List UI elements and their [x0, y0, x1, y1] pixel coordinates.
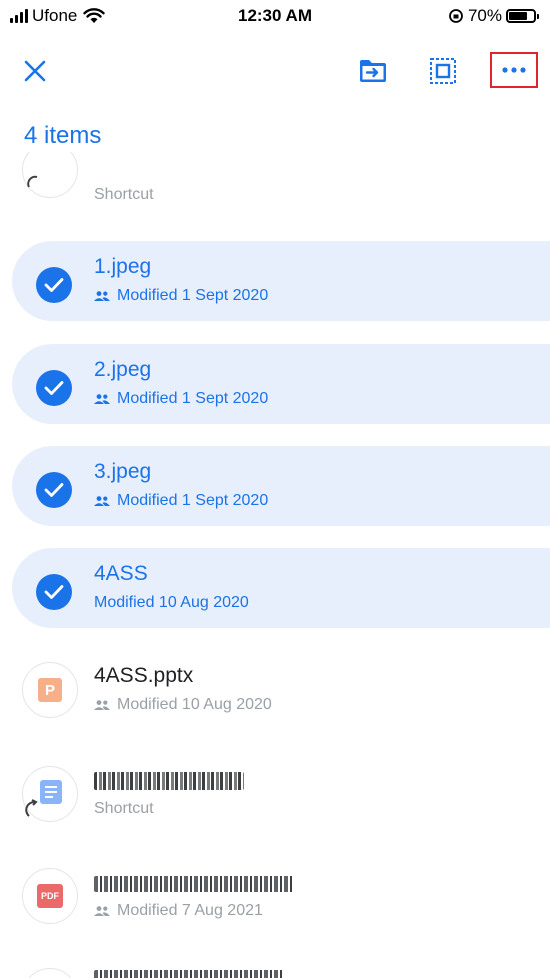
- item-meta: Modified 10 Aug 2020: [94, 696, 272, 714]
- selection-count-title: 4 items: [24, 122, 102, 149]
- list-item-selected[interactable]: 2.jpeg Modified 1 Sept 2020: [12, 344, 550, 424]
- file-thumbnail: [22, 766, 78, 822]
- item-name: 1.jpeg: [94, 255, 152, 278]
- item-subtitle: Modified 10 Aug 2020: [94, 594, 249, 611]
- shared-people-icon: [94, 394, 110, 404]
- slides-file-icon: P: [38, 678, 62, 702]
- battery-percent: 70%: [467, 6, 502, 25]
- file-thumbnail: PDF: [22, 868, 78, 924]
- item-subtitle: Modified 10 Aug 2020: [117, 696, 272, 713]
- item-subtitle: Shortcut: [94, 800, 154, 817]
- file-thumbnail: [22, 968, 78, 978]
- more-options-button[interactable]: [490, 52, 538, 88]
- file-thumbnail: [22, 560, 78, 616]
- item-name: 4ASS.pptx: [94, 664, 194, 687]
- item-name: 4ASS: [94, 562, 148, 585]
- item-name-redacted: [94, 970, 284, 978]
- item-subtitle: Modified 1 Sept 2020: [117, 287, 269, 304]
- checkmark-icon: [36, 472, 72, 508]
- item-name-redacted: [94, 874, 294, 898]
- doc-file-icon: [40, 780, 62, 804]
- list-item[interactable]: P 4ASS.pptx Modified 10 Aug 2020: [12, 650, 550, 730]
- item-meta: Modified 1 Sept 2020: [94, 390, 268, 408]
- checkmark-icon: [36, 267, 72, 303]
- more-options-icon: [502, 67, 526, 73]
- item-subtitle: Shortcut: [94, 186, 154, 203]
- pdf-file-icon: PDF: [37, 884, 63, 908]
- file-thumbnail: [22, 458, 78, 514]
- selection-toolbar: [0, 48, 550, 94]
- list-item-selected[interactable]: 1.jpeg Modified 1 Sept 2020: [12, 241, 550, 321]
- checkmark-icon: [36, 574, 72, 610]
- list-item[interactable]: Shortcut: [12, 754, 550, 834]
- item-name: 2.jpeg: [94, 358, 152, 381]
- shortcut-arrow-icon: [27, 175, 38, 188]
- shared-people-icon: [94, 906, 110, 916]
- item-meta: Modified 1 Sept 2020: [94, 492, 268, 510]
- item-subtitle: Modified 7 Aug 2021: [117, 902, 263, 919]
- file-thumbnail: [22, 152, 78, 198]
- battery-icon: [506, 9, 539, 23]
- list-item[interactable]: Shortcut: [12, 152, 550, 216]
- list-item-selected[interactable]: 3.jpeg Modified 1 Sept 2020: [12, 446, 550, 526]
- shortcut-arrow-icon: [25, 799, 38, 817]
- list-item[interactable]: [12, 958, 550, 978]
- shared-people-icon: [94, 291, 110, 301]
- item-meta: Shortcut: [94, 800, 154, 818]
- item-name: 3.jpeg: [94, 460, 152, 483]
- close-button[interactable]: [12, 48, 58, 94]
- list-item[interactable]: PDF Modified 7 Aug 2021: [12, 856, 550, 936]
- shared-people-icon: [94, 496, 110, 506]
- close-icon: [24, 60, 46, 82]
- file-thumbnail: [22, 356, 78, 412]
- move-button[interactable]: [350, 48, 396, 94]
- item-meta: Modified 1 Sept 2020: [94, 287, 268, 305]
- item-meta: Modified 7 Aug 2021: [94, 902, 263, 920]
- select-all-icon: [430, 58, 456, 84]
- status-bar: Ufone 12:30 AM 70%: [0, 0, 550, 32]
- move-to-folder-icon: [360, 60, 386, 82]
- orientation-lock-icon: [449, 9, 463, 23]
- item-name-redacted: [94, 772, 244, 796]
- item-subtitle: Modified 1 Sept 2020: [117, 390, 269, 407]
- item-meta: Modified 10 Aug 2020: [94, 594, 249, 612]
- status-right: 70%: [448, 6, 539, 26]
- select-all-button[interactable]: [420, 48, 466, 94]
- checkmark-icon: [36, 370, 72, 406]
- file-thumbnail: [22, 253, 78, 309]
- file-thumbnail: P: [22, 662, 78, 718]
- item-subtitle: Modified 1 Sept 2020: [117, 492, 269, 509]
- list-item-selected[interactable]: 4ASS Modified 10 Aug 2020: [12, 548, 550, 628]
- shared-people-icon: [94, 700, 110, 710]
